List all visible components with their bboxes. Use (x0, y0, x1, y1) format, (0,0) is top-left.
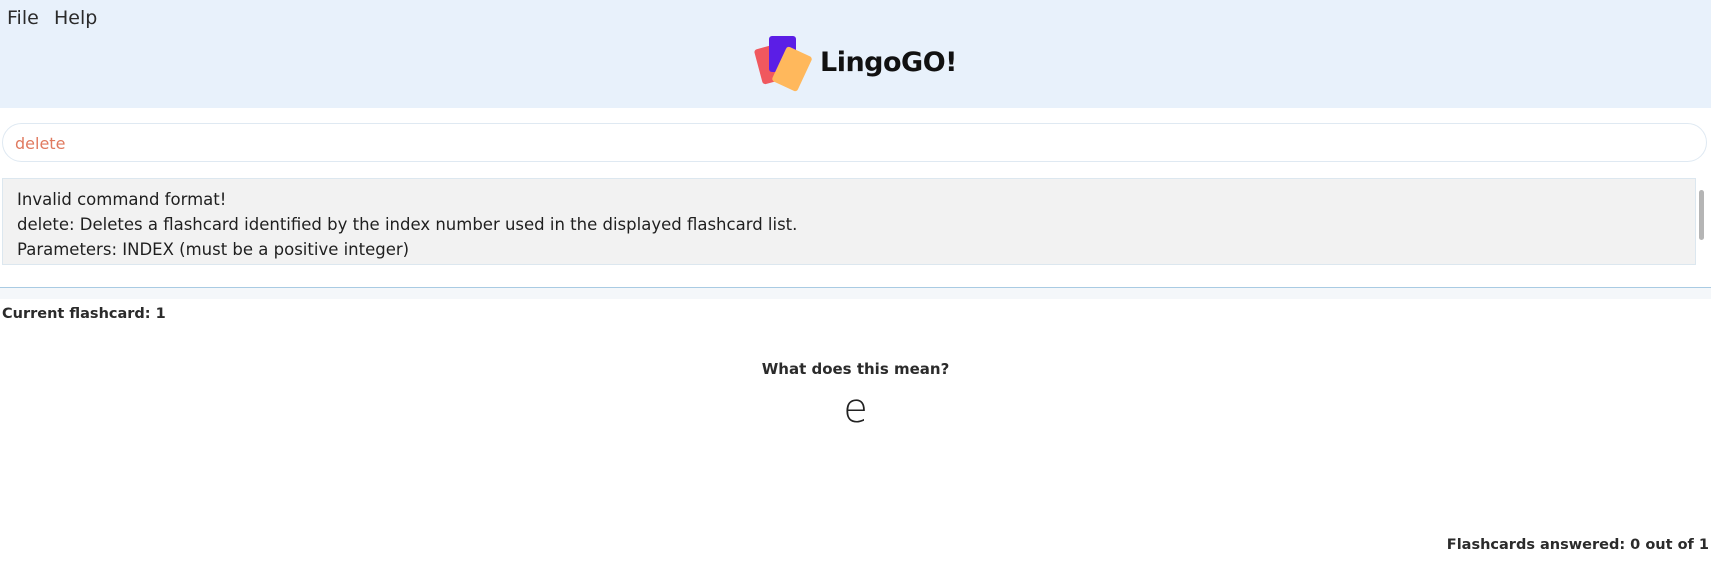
menu-help[interactable]: Help (54, 7, 97, 29)
app-header: File Help LingoGO! (0, 0, 1711, 108)
menu-file[interactable]: File (7, 7, 39, 29)
result-scrollbar-thumb[interactable] (1699, 190, 1704, 240)
app-logo: LingoGO! (752, 34, 962, 98)
flashcard-word: e (843, 386, 868, 432)
result-scrollbar[interactable] (1697, 178, 1707, 265)
command-input[interactable] (15, 132, 1695, 154)
logo-text: LingoGO! (820, 47, 958, 78)
result-line: Invalid command format! (17, 190, 227, 209)
section-divider (0, 287, 1711, 299)
flashcards-answered-label: Flashcards answered: 0 out of 1 (1446, 537, 1709, 553)
result-line: delete: Deletes a flashcard identified b… (17, 215, 798, 234)
result-line: Parameters: INDEX (must be a positive in… (17, 240, 410, 259)
cards-logo-icon (754, 36, 812, 92)
current-flashcard-label: Current flashcard: 1 (2, 306, 166, 322)
command-box[interactable] (2, 123, 1707, 162)
flashcard-question: What does this mean? (761, 360, 950, 378)
result-display: Invalid command format! delete: Deletes … (2, 178, 1696, 265)
